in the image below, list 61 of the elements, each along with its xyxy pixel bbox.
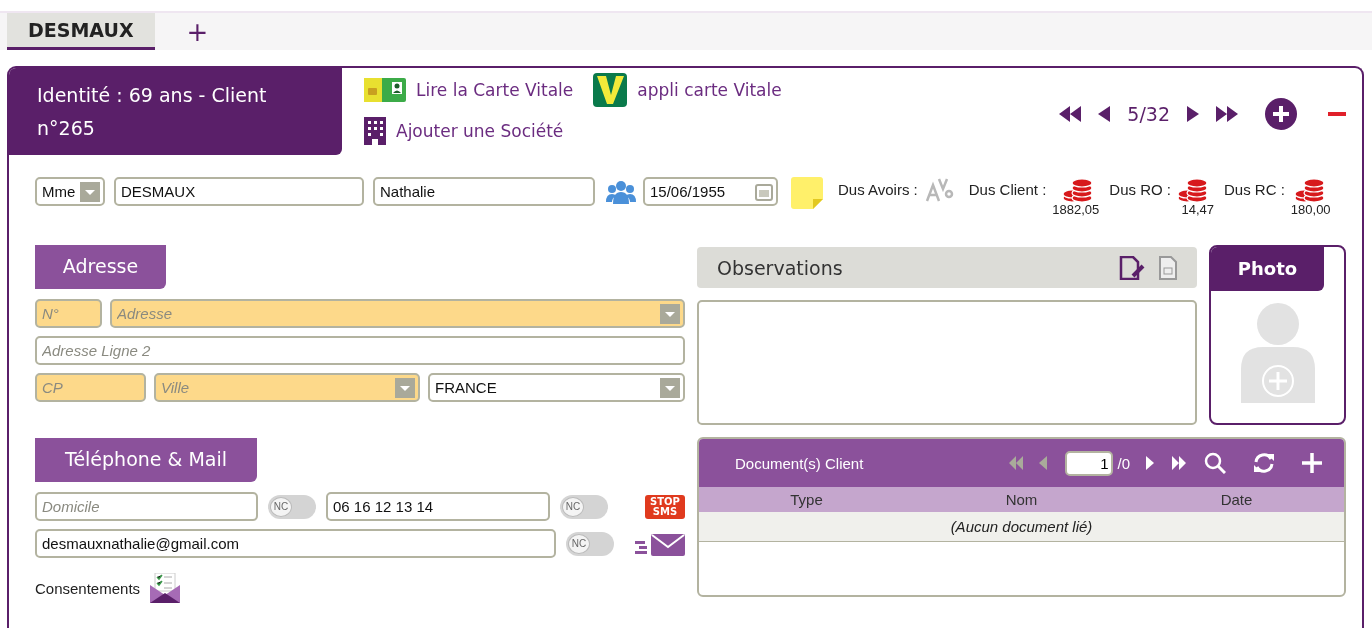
vitale-card-icon xyxy=(364,76,406,104)
vitale-app-icon xyxy=(593,73,628,107)
amount-due: 180,00 xyxy=(1290,202,1331,217)
toggle-switch[interactable]: NC xyxy=(566,531,614,556)
add-tab-button[interactable]: + xyxy=(184,13,211,50)
input-field[interactable]: N° xyxy=(35,299,102,328)
column-header[interactable]: Date xyxy=(1129,491,1344,508)
date-field[interactable]: 15/06/1955 xyxy=(643,177,778,206)
consent-label: Consentements xyxy=(35,579,141,597)
action-link[interactable]: Ajouter une Société xyxy=(364,117,782,145)
stop-sms-badge[interactable]: STOP SMS xyxy=(645,494,685,519)
balance-label: Dus RO : xyxy=(1109,180,1171,200)
input-field[interactable]: desmauxnathalie@gmail.com xyxy=(35,529,556,558)
add-icon[interactable] xyxy=(1302,453,1322,473)
building-icon xyxy=(364,117,386,145)
observations-title: Observations xyxy=(717,256,843,279)
first-page-icon[interactable] xyxy=(1059,106,1082,122)
record-position: 5/32 xyxy=(1127,103,1170,125)
input-field[interactable]: DESMAUX xyxy=(114,177,364,206)
mail-icon[interactable] xyxy=(635,531,685,556)
input-field[interactable]: 06 16 12 13 14 xyxy=(326,492,550,521)
edit-document-icon[interactable] xyxy=(1119,255,1145,280)
refresh-icon[interactable] xyxy=(1252,452,1276,474)
group-icon[interactable] xyxy=(606,180,636,204)
toggle-switch[interactable]: NC xyxy=(560,494,608,519)
last-page-icon[interactable] xyxy=(1172,456,1186,470)
amount-due: 1882,05 xyxy=(1052,202,1100,217)
balance-label: Dus RC : xyxy=(1224,180,1285,200)
search-icon[interactable] xyxy=(1204,452,1226,474)
input-field[interactable]: Domicile xyxy=(35,492,258,521)
previous-page-icon[interactable] xyxy=(1098,106,1111,122)
empty-table-message: (Aucun document lié) xyxy=(699,512,1344,542)
select-field[interactable]: Mme xyxy=(35,177,105,206)
toggle-switch[interactable]: NC xyxy=(268,494,316,519)
select-field[interactable]: FRANCE xyxy=(428,373,685,402)
observations-field[interactable] xyxy=(697,300,1197,425)
tab[interactable]: DESMAUX xyxy=(7,13,155,50)
page-total: /0 xyxy=(1117,454,1130,472)
action-link[interactable]: Lire la Carte Vitale xyxy=(364,73,574,107)
amount-due: 14,47 xyxy=(1181,202,1214,217)
input-field[interactable]: Adresse Ligne 2 xyxy=(35,336,685,365)
last-page-icon[interactable] xyxy=(1216,106,1238,122)
add-icon[interactable] xyxy=(1265,98,1297,130)
column-header[interactable]: Nom xyxy=(914,491,1129,508)
input-field[interactable]: Nathalie xyxy=(373,177,595,206)
identity-header: Identité : 69 ans - Client n°265 xyxy=(9,68,342,155)
action-link[interactable]: appli carte Vitale xyxy=(593,73,782,107)
input-field[interactable]: CP xyxy=(35,373,146,402)
section-header: Adresse xyxy=(35,245,166,289)
section-header: Téléphone & Mail xyxy=(35,438,257,482)
page-number-field[interactable]: 1 xyxy=(1065,450,1114,476)
balance-label: Dus Avoirs : xyxy=(838,180,918,200)
coins-icon[interactable] xyxy=(1293,177,1326,203)
coins-icon[interactable] xyxy=(1177,177,1209,203)
next-page-icon[interactable] xyxy=(1187,106,1199,122)
balance-label: Dus Client : xyxy=(968,180,1047,200)
column-header[interactable]: Type xyxy=(699,491,914,508)
photo-title: Photo xyxy=(1211,247,1324,291)
documents-title: Document(s) Client xyxy=(735,454,864,472)
coins-icon[interactable] xyxy=(1062,177,1095,203)
consent-envelope-icon[interactable] xyxy=(150,573,181,603)
